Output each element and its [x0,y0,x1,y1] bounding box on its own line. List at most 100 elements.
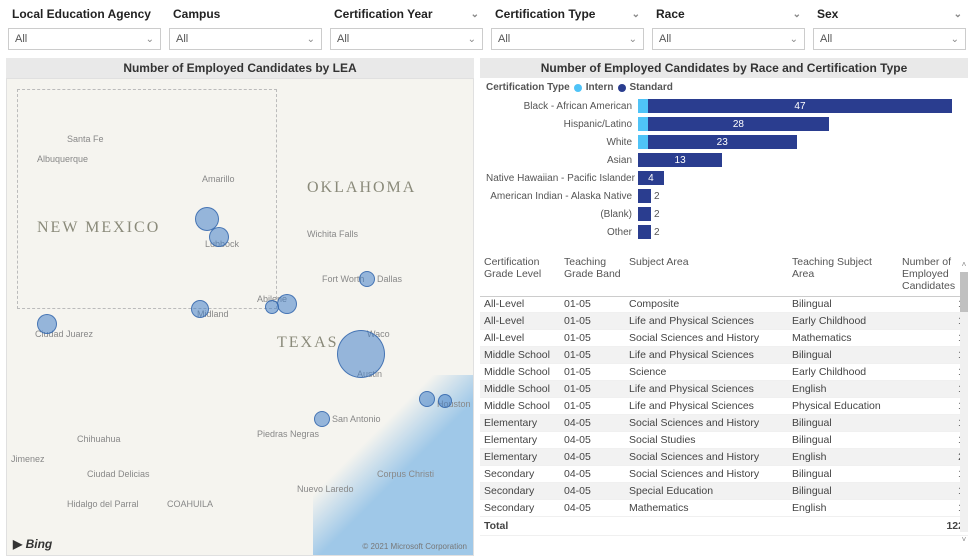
filter-label[interactable]: Certification Year⌄ [330,4,483,24]
chevron-down-icon[interactable]: ⌄ [146,34,154,45]
scrollbar-thumb[interactable] [960,272,968,312]
filter-label[interactable]: Sex⌄ [813,4,966,24]
table-cell: Life and Physical Sciences [625,313,788,330]
bar-row[interactable]: Black - African American 47 [486,97,962,115]
map-city-label: Jimenez [11,454,45,464]
legend-swatch-intern [574,84,582,92]
table-cell: Middle School [480,364,560,381]
chart-title: Number of Employed Candidates by Race an… [480,58,968,78]
bar-row[interactable]: Native Hawaiian - Pacific Islander4 [486,169,962,187]
table-cell: 01-05 [560,398,625,415]
table-row[interactable]: Middle School01-05Life and Physical Scie… [480,347,968,364]
map-bubble[interactable] [265,300,279,314]
map-bubble[interactable] [314,411,330,427]
table-header[interactable]: Teaching Grade Band [560,252,625,297]
table-cell: Secondary [480,500,560,517]
filter-dropdown[interactable]: All⌄ [491,28,644,50]
chevron-down-icon[interactable]: ⌄ [790,34,798,45]
map-city-label: Hidalgo del Parral [67,499,139,509]
map-visual[interactable]: ▶ Bing © 2021 Microsoft Corporation NEW … [6,78,474,556]
table-cell: English [788,381,898,398]
filter-label[interactable]: Campus [169,4,322,24]
map-bubble[interactable] [337,330,385,378]
table-cell: Life and Physical Sciences [625,347,788,364]
table-row[interactable]: All-Level01-05Social Sciences and Histor… [480,330,968,347]
table-cell: Physical Education [788,398,898,415]
map-state-label: OKLAHOMA [307,179,416,197]
table-header[interactable]: Teaching Subject Area [788,252,898,297]
bar-row[interactable]: Hispanic/Latino28 [486,115,962,133]
filter-dropdown[interactable]: All⌄ [8,28,161,50]
table-cell: Social Studies [625,432,788,449]
bar-standard: 28 [648,117,829,131]
bar-row[interactable]: (Blank)2 [486,205,962,223]
chevron-down-icon[interactable]: ⌄ [951,34,959,45]
table-cell: Secondary [480,483,560,500]
table-cell: 1 [898,347,968,364]
table-row[interactable]: Middle School01-05Life and Physical Scie… [480,398,968,415]
table-row[interactable]: Elementary04-05Social StudiesBilingual1 [480,432,968,449]
table-cell: 04-05 [560,449,625,466]
map-bubble[interactable] [277,294,297,314]
chart-body[interactable]: Certification Type Intern Standard Black… [480,78,968,248]
bar-row[interactable]: American Indian - Alaska Native2 [486,187,962,205]
filter-dropdown[interactable]: All⌄ [652,28,805,50]
table-row[interactable]: Secondary04-05MathematicsEnglish1 [480,500,968,517]
table-panel[interactable]: Certification Grade LevelTeaching Grade … [480,252,968,556]
scroll-up-icon[interactable]: ˄ [960,260,968,269]
filter-5: Sex⌄ All⌄ [813,4,966,50]
chevron-down-icon[interactable]: ⌄ [632,9,640,20]
table-row[interactable]: Elementary04-05Social Sciences and Histo… [480,415,968,432]
chevron-down-icon[interactable]: ⌄ [793,9,801,20]
filter-bar: Local Education Agency All⌄ Campus All⌄ Cert… [0,0,974,58]
table-header[interactable]: Certification Grade Level [480,252,560,297]
filter-4: Race⌄ All⌄ [652,4,805,50]
map-city-label: Chihuahua [77,434,121,444]
table-header[interactable]: Number of Employed Candidates [898,252,968,297]
bar-intern [638,135,648,149]
chevron-down-icon[interactable]: ⌄ [468,34,476,45]
table-row[interactable]: All-Level01-05Life and Physical Sciences… [480,313,968,330]
table-cell: Secondary [480,466,560,483]
bar-standard: 4 [638,171,664,185]
bar-standard: 47 [648,99,953,113]
map-bubble[interactable] [359,271,375,287]
table-scrollbar[interactable]: ˄ ˅ [960,272,968,532]
filter-dropdown[interactable]: All⌄ [169,28,322,50]
filter-label[interactable]: Certification Type⌄ [491,4,644,24]
table-cell: Social Sciences and History [625,330,788,347]
map-city-label: Corpus Christi [377,469,434,479]
table-cell: Social Sciences and History [625,415,788,432]
table-cell: Elementary [480,449,560,466]
table-cell: Bilingual [788,483,898,500]
chevron-down-icon[interactable]: ⌄ [629,34,637,45]
table-row[interactable]: Secondary04-05Social Sciences and Histor… [480,466,968,483]
map-bubble[interactable] [438,394,452,408]
table-row[interactable]: Elementary04-05Social Sciences and Histo… [480,449,968,466]
map-bubble[interactable] [419,391,435,407]
filter-label[interactable]: Race⌄ [652,4,805,24]
filter-label[interactable]: Local Education Agency [8,4,161,24]
bar-category-label: Black - African American [486,101,636,112]
table-cell: Life and Physical Sciences [625,381,788,398]
table-row[interactable]: Middle School01-05Life and Physical Scie… [480,381,968,398]
table-row[interactable]: Secondary04-05Special EducationBilingual… [480,483,968,500]
bar-row[interactable]: Other2 [486,223,962,241]
scroll-down-icon[interactable]: ˅ [960,535,968,544]
chevron-down-icon[interactable]: ⌄ [307,34,315,45]
filter-dropdown[interactable]: All⌄ [813,28,966,50]
bar-row[interactable]: Asian13 [486,151,962,169]
table-cell: 1 [898,297,968,313]
bars-container: Black - African American 47 Hispanic/Latin… [486,97,962,241]
chevron-down-icon[interactable]: ⌄ [954,9,962,20]
chevron-down-icon[interactable]: ⌄ [471,9,479,20]
map-bubble[interactable] [209,227,229,247]
map-bubble[interactable] [37,314,57,334]
bar-row[interactable]: White23 [486,133,962,151]
table-header[interactable]: Subject Area [625,252,788,297]
table-row[interactable]: All-Level01-05CompositeBilingual1 [480,297,968,313]
filter-dropdown[interactable]: All⌄ [330,28,483,50]
bar-value-label: 2 [654,191,660,202]
map-bubble[interactable] [191,300,209,318]
table-row[interactable]: Middle School01-05ScienceEarly Childhood… [480,364,968,381]
